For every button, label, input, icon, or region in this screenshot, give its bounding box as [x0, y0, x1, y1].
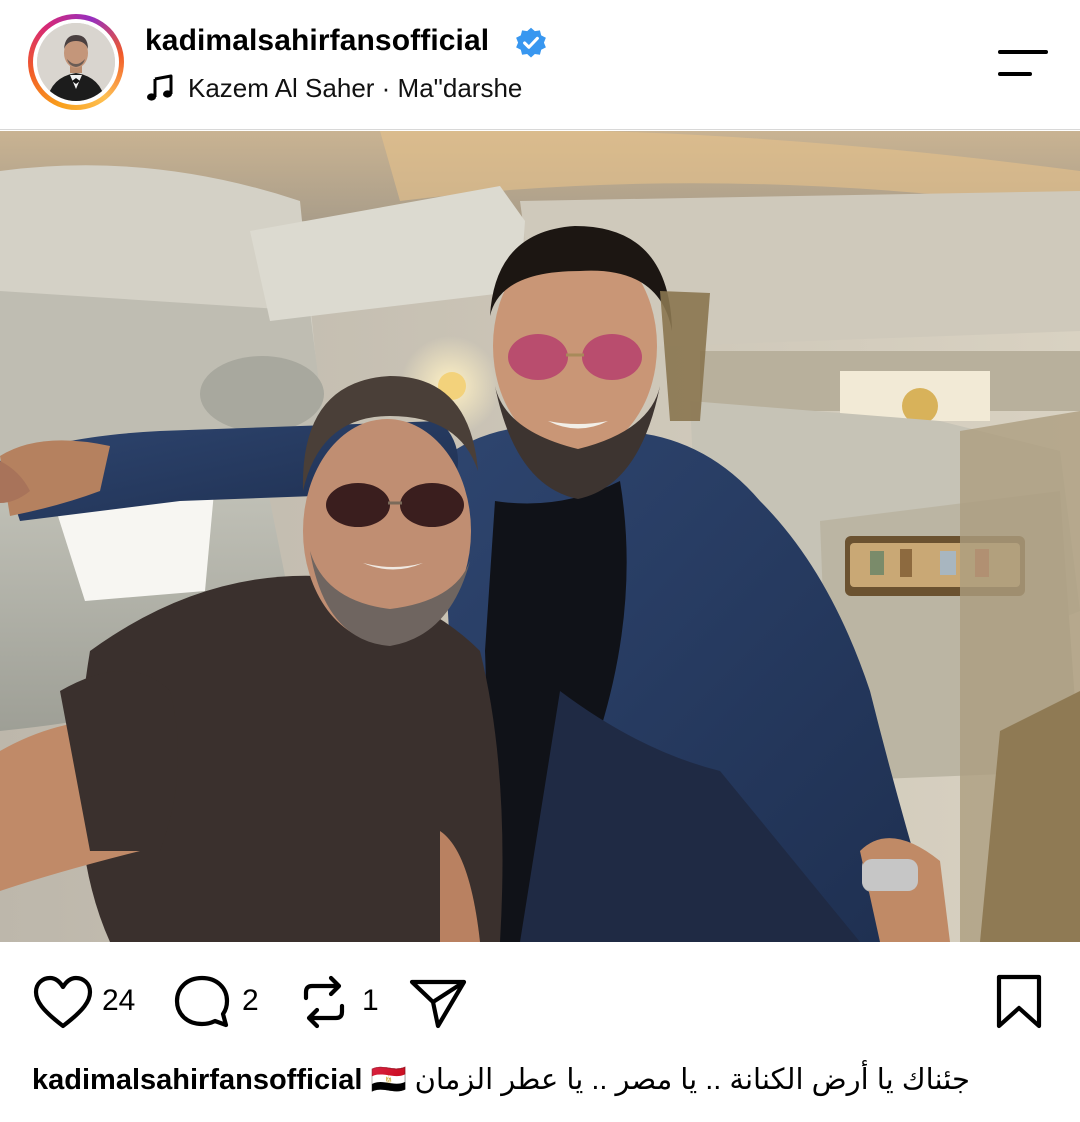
share-plane-icon[interactable]: [408, 974, 468, 1030]
bookmark-icon[interactable]: [994, 974, 1044, 1030]
header-divider: [0, 129, 1080, 130]
avatar[interactable]: [37, 23, 115, 101]
caption-text: جئناك يا أرض الكنانة .. يا مصر .. يا عطر…: [370, 1064, 970, 1096]
audio-label[interactable]: Kazem Al Saher · Ma"darshe: [188, 73, 522, 104]
music-note-icon: [147, 74, 173, 101]
repost-icon[interactable]: [298, 974, 350, 1030]
comment-count[interactable]: 2: [242, 984, 259, 1018]
username[interactable]: kadimalsahirfansofficial: [145, 24, 489, 58]
post-photo[interactable]: [0, 131, 1080, 942]
story-ring[interactable]: [28, 14, 124, 110]
caption: kadimalsahirfansofficial جئناك يا أرض ال…: [32, 1062, 970, 1097]
caption-username[interactable]: kadimalsahirfansofficial: [32, 1064, 362, 1096]
action-bar: 24 2 1: [0, 960, 1080, 1040]
like-count[interactable]: 24: [102, 984, 135, 1018]
comment-bubble-icon[interactable]: [172, 974, 232, 1030]
menu-icon[interactable]: [996, 48, 1050, 80]
repost-count[interactable]: 1: [362, 984, 379, 1018]
verified-badge-icon: [516, 27, 546, 58]
heart-icon[interactable]: [32, 974, 94, 1030]
post-header: kadimalsahirfansofficial Kazem Al Saher …: [0, 0, 1080, 130]
